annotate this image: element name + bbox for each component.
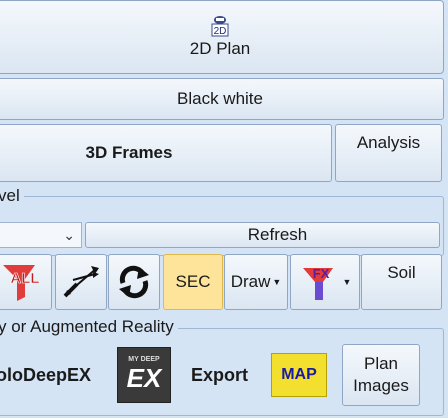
export-button[interactable]: MY DEEP EX Export (107, 344, 257, 406)
fx-dropdown-button[interactable]: FX ▼ (290, 254, 360, 310)
analysis-label: Analysis (356, 133, 421, 152)
rotate-button[interactable] (108, 254, 160, 310)
caret-down-icon: ▼ (272, 277, 282, 287)
refresh-button[interactable]: Refresh (85, 222, 440, 248)
sec-label: SEC (175, 272, 211, 291)
map-icon-text: MAP (281, 366, 317, 383)
plan-images-label-line1: Plan (363, 354, 399, 373)
fx-funnel-icon: FX (302, 266, 333, 300)
holodeep-label: oloDeepEX (0, 364, 92, 385)
soil-button[interactable]: Soil (361, 254, 442, 310)
draw-label: Draw (230, 272, 271, 291)
myex-logo-icon: MY DEEP EX (117, 347, 171, 403)
black-white-button[interactable]: Black white (0, 78, 444, 120)
plan-images-label-line2: Images (353, 376, 409, 395)
map-button[interactable]: MAP (259, 344, 339, 406)
myex-logo-text: EX (126, 363, 162, 393)
svg-text:2D: 2D (214, 26, 227, 37)
2d-plan-label: 2D Plan (189, 39, 251, 58)
section-draw-button[interactable] (55, 254, 107, 310)
analysis-button[interactable]: Analysis (335, 124, 442, 182)
myex-logo-caption: MY DEEP (128, 356, 160, 363)
pen-arrows-icon (63, 266, 99, 298)
ar-group-label: y or Augmented Reality (0, 318, 178, 336)
2d-plan-button[interactable]: 2D 2D Plan (0, 0, 444, 74)
3d-frames-button[interactable]: 3D Frames (0, 124, 332, 182)
svg-text:ALL: ALL (10, 270, 39, 287)
svg-text:FX: FX (312, 266, 329, 281)
level-combobox[interactable]: ⌄ (0, 222, 82, 248)
sec-button[interactable]: SEC (163, 254, 223, 310)
3d-frames-label: 3D Frames (85, 143, 173, 162)
refresh-label: Refresh (247, 225, 308, 244)
2d-plan-icon: 2D (211, 15, 229, 37)
rotate-icon (119, 265, 149, 299)
soil-label: Soil (387, 263, 416, 282)
holodeep-button[interactable]: oloDeepEX (0, 344, 106, 406)
map-icon: MAP (271, 353, 327, 397)
export-label: Export (191, 364, 249, 385)
all-button[interactable]: ALL (0, 254, 52, 310)
black-white-label: Black white (177, 89, 263, 108)
plan-images-button[interactable]: Plan Images (342, 344, 420, 406)
chevron-down-icon: ⌄ (63, 226, 75, 243)
draw-dropdown-button[interactable]: Draw ▼ (224, 254, 288, 310)
all-icon: ALL (3, 265, 40, 301)
level-group-label: vel (0, 187, 24, 205)
caret-down-icon: ▼ (342, 277, 352, 287)
